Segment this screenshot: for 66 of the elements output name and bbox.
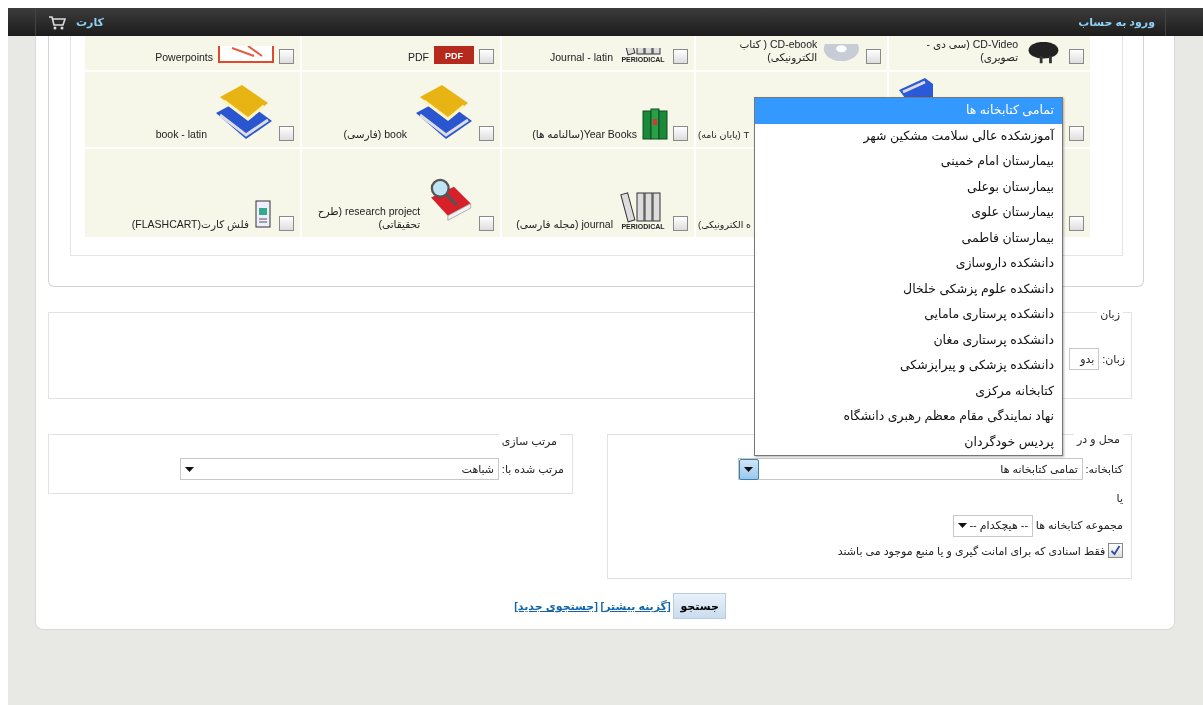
checkbox[interactable] (279, 126, 294, 141)
material-type-label: journal (مجله فارسی) (516, 217, 613, 231)
dropdown-option[interactable]: بیمارستان علوی (755, 200, 1062, 226)
dropdown-option[interactable]: بیمارستان امام خمینی (755, 149, 1062, 175)
material-type-label: Year Books(سالنامه ها) (532, 127, 637, 141)
field-label: مرتب شده با: (501, 461, 564, 478)
sort-select[interactable]: شباهت (180, 458, 500, 480)
caret-icon (185, 466, 195, 472)
checkbox[interactable] (1108, 543, 1123, 559)
card-icon (254, 199, 274, 231)
pdf-icon: PDF (434, 46, 474, 64)
caret-icon (958, 523, 968, 528)
field-label: زبان: (1102, 351, 1125, 368)
library-select[interactable]: تمامی کتابخانه ها (737, 458, 1083, 480)
or-text: یا (1115, 491, 1124, 506)
material-type-label: research project (طرح تحقیقاتی) (316, 204, 421, 231)
checkbox[interactable] (1069, 216, 1084, 231)
material-type-label: فلش کارت(FLASHCART) (131, 217, 249, 231)
field-label: کتابخانه: (1085, 461, 1123, 477)
checkbox[interactable] (673, 49, 688, 64)
cart-icon[interactable] (48, 14, 66, 30)
dropdown-option[interactable]: دانشکده پرستاری مغان (755, 327, 1062, 353)
checkbox[interactable] (1069, 126, 1084, 141)
checkbox[interactable] (479, 126, 494, 141)
checkbox[interactable] (673, 216, 688, 231)
dropdown-option[interactable]: کتابخانه مرکزی (755, 378, 1062, 404)
material-type-label: Powerpoints (155, 50, 213, 64)
checkbox[interactable] (866, 49, 881, 64)
dropdown-option[interactable]: دانشکده علوم پزشکی خلخال (755, 276, 1062, 302)
dropdown-option[interactable]: آموزشکده عالی سلامت مشکین شهر (755, 123, 1062, 149)
checkbox[interactable] (673, 126, 688, 141)
material-type-label: PDF (408, 50, 429, 64)
dropdown-option[interactable]: دانشکده پرستاری مامایی (755, 302, 1062, 328)
material-type-label: CD-Video (سی دی - تصویری) (925, 37, 1019, 64)
checkbox[interactable] (479, 216, 494, 231)
checkbox-label: فقط اسنادی که برای امانت گیری و یا منبع موجود می باشند (837, 543, 1106, 559)
dropdown-option[interactable]: نهاد نمایندگی مقام معظم رهبری دانشگاه (755, 404, 1062, 430)
material-type-label: book (فارسی) (343, 127, 407, 141)
cart-link[interactable]: کارت (76, 13, 104, 31)
dropdown-option[interactable]: بیمارستان بوعلی (755, 174, 1062, 200)
material-type-label: T (پایان نامه) (698, 129, 750, 141)
material-type-label: Journal - latin (549, 50, 613, 64)
checkbox[interactable] (1069, 49, 1084, 64)
dropdown-option[interactable]: پردیس خودگردان (755, 429, 1062, 455)
material-type-label: ه الکترونیکی) (698, 219, 751, 231)
language-select[interactable]: بدو (1069, 348, 1100, 370)
book-set-icon (642, 107, 668, 141)
section-legend: محل و در (1074, 431, 1123, 448)
dropdown-option[interactable]: دانشکده پزشکی و پیراپزشکی (755, 353, 1062, 379)
checkbox[interactable] (279, 49, 294, 64)
collection-select[interactable]: -- هیچکدام -- (953, 514, 1034, 537)
login-link[interactable]: ورود به حساب (1078, 13, 1155, 31)
text-link[interactable]: [گزینه بیشتر] (600, 597, 671, 615)
section-legend: مرتب سازی (498, 433, 560, 450)
text-link[interactable]: [جستجوی جدید] (514, 597, 598, 615)
dropdown-option[interactable]: بیمارستان فاطمی (755, 225, 1062, 251)
field-label: مجموعه کتابخانه ها (1035, 518, 1123, 534)
slides-icon (218, 46, 274, 64)
checkbox[interactable] (279, 216, 294, 231)
dropdown-button[interactable] (738, 458, 759, 480)
material-type-label: book - latin (155, 127, 207, 141)
checkbox[interactable] (479, 49, 494, 64)
search-button[interactable]: جستجو (673, 593, 726, 619)
dropdown-option[interactable]: دانشکده داروسازی (755, 251, 1062, 277)
caret-icon (744, 466, 754, 472)
material-type-label: CD-ebook ( کتاب الکترونیکی) (738, 37, 818, 64)
